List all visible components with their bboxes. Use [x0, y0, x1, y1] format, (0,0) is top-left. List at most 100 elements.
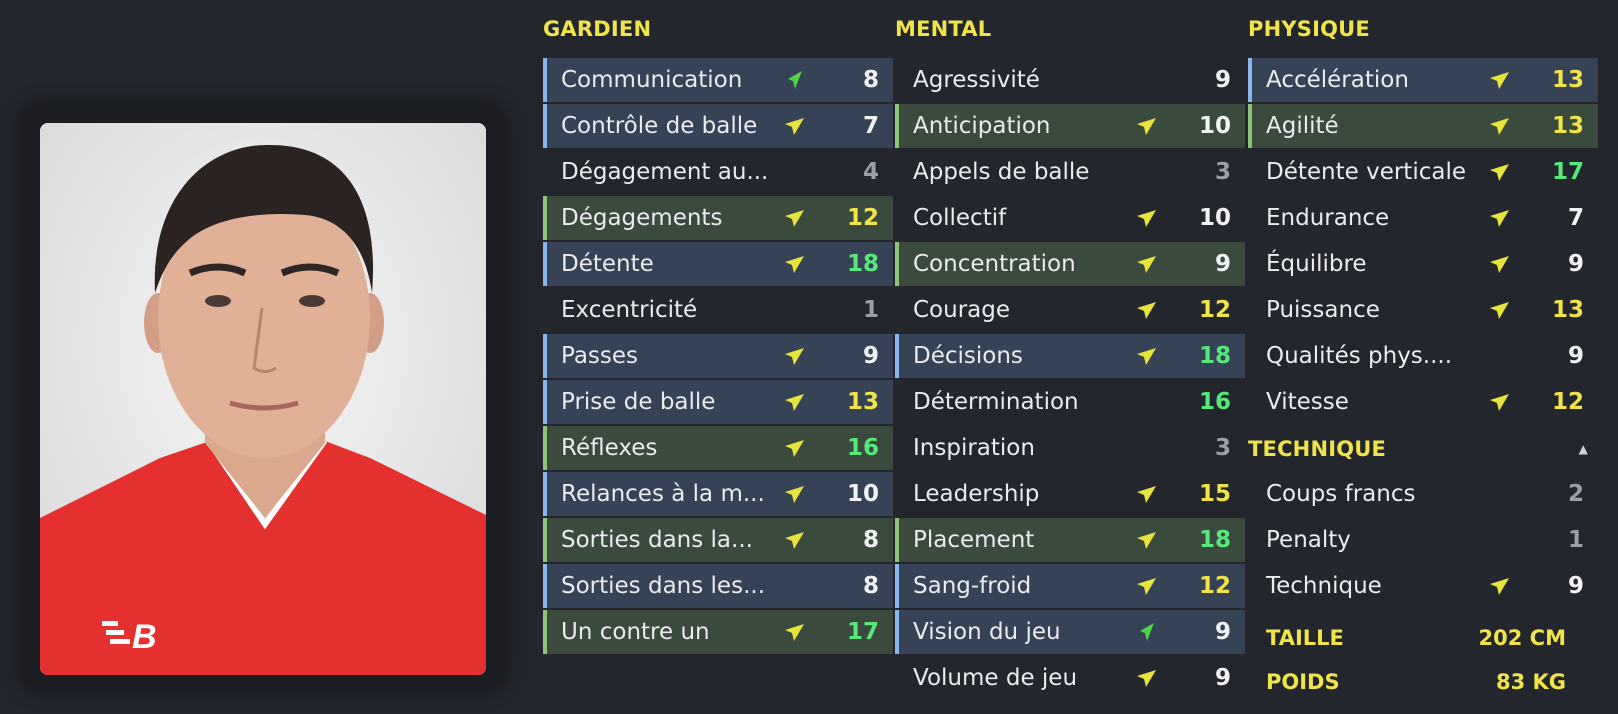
attribute-row[interactable]: Concentration 9	[895, 242, 1245, 286]
trend-up-yellow-icon	[1490, 394, 1509, 411]
attribute-label: Sorties dans la...	[561, 527, 753, 553]
attribute-row[interactable]: Détermination 16	[895, 380, 1245, 424]
trend-up-yellow-icon	[785, 624, 804, 641]
attribute-label: Dégagements	[561, 205, 723, 231]
attribute-row[interactable]: Dégagement au... 4	[543, 150, 893, 194]
attribute-row[interactable]: Excentricité 1	[543, 288, 893, 332]
trend-up-yellow-icon	[1137, 302, 1156, 319]
attribute-row[interactable]: Décisions 18	[895, 334, 1245, 378]
trend-up-yellow-icon	[1490, 118, 1509, 135]
trend-up-yellow-icon	[1137, 256, 1156, 273]
attribute-row[interactable]: Communication 8	[543, 58, 893, 102]
attribute-row[interactable]: Qualités phys.... 9	[1248, 334, 1598, 378]
attribute-label: Appels de balle	[913, 159, 1090, 185]
attribute-value: 9	[1567, 343, 1584, 369]
attribute-value: 18	[846, 251, 879, 277]
attribute-row[interactable]: Anticipation 10	[895, 104, 1245, 148]
attribute-row[interactable]: Inspiration 3	[895, 426, 1245, 470]
height-value: 202 CM	[1478, 626, 1566, 650]
trend-up-yellow-icon	[785, 394, 804, 411]
mental-column: MENTAL Agressivité 9 Anticipation 10 Appels …	[895, 0, 1245, 702]
attribute-label: Endurance	[1266, 205, 1390, 231]
attribute-row[interactable]: Endurance 7	[1248, 196, 1598, 240]
attribute-label: Un contre un	[561, 619, 710, 645]
attribute-row[interactable]: Un contre un 17	[543, 610, 893, 654]
attribute-row[interactable]: Courage 12	[895, 288, 1245, 332]
attribute-value: 9	[1214, 251, 1231, 277]
attribute-row[interactable]: Technique 9	[1248, 564, 1598, 608]
collapse-arrow-icon[interactable]: ▲	[1579, 426, 1588, 472]
svg-text:B: B	[132, 618, 157, 656]
attribute-label: Dégagement au...	[561, 159, 769, 185]
attribute-value: 9	[862, 343, 879, 369]
attribute-value: 18	[1198, 343, 1231, 369]
attribute-value: 8	[862, 67, 879, 93]
attribute-row[interactable]: Relances à la m... 10	[543, 472, 893, 516]
attribute-row[interactable]: Collectif 10	[895, 196, 1245, 240]
trend-up-yellow-icon	[785, 532, 804, 549]
attribute-value: 9	[1214, 619, 1231, 645]
attribute-row[interactable]: Dégagements 12	[543, 196, 893, 240]
trend-up-yellow-icon	[1490, 302, 1509, 319]
attribute-row[interactable]: Coups francs 2	[1248, 472, 1598, 516]
attribute-label: Collectif	[913, 205, 1007, 231]
trend-up-green-icon	[1140, 623, 1154, 641]
attribute-row[interactable]: Sorties dans la... 8	[543, 518, 893, 562]
attribute-row[interactable]: Volume de jeu 9	[895, 656, 1245, 700]
player-photo: B	[40, 123, 486, 675]
attribute-row[interactable]: Équilibre 9	[1248, 242, 1598, 286]
attribute-row[interactable]: Sang-froid 12	[895, 564, 1245, 608]
attribute-row[interactable]: Vitesse 12	[1248, 380, 1598, 424]
attribute-row[interactable]: Puissance 13	[1248, 288, 1598, 332]
attribute-value: 18	[1198, 527, 1231, 553]
attribute-row[interactable]: Penalty 1	[1248, 518, 1598, 562]
weight-label: POIDS	[1266, 670, 1340, 694]
attribute-label: Contrôle de balle	[561, 113, 758, 139]
trend-up-yellow-icon	[1137, 118, 1156, 135]
attribute-row[interactable]: Agressivité 9	[895, 58, 1245, 102]
attribute-row[interactable]: Placement 18	[895, 518, 1245, 562]
attribute-row[interactable]: Passes 9	[543, 334, 893, 378]
attribute-row[interactable]: Détente 18	[543, 242, 893, 286]
attribute-label: Technique	[1266, 573, 1382, 599]
attribute-row[interactable]: Détente verticale 17	[1248, 150, 1598, 194]
trend-up-yellow-icon	[1490, 578, 1509, 595]
attribute-value: 13	[1551, 297, 1584, 323]
attribute-row[interactable]: Leadership 15	[895, 472, 1245, 516]
attribute-label: Placement	[913, 527, 1035, 553]
technique-header[interactable]: TECHNIQUE ▲	[1248, 426, 1598, 472]
attribute-row[interactable]: Réflexes 16	[543, 426, 893, 470]
attribute-row[interactable]: Accélération 13	[1248, 58, 1598, 102]
height-measure: TAILLE 202 CM	[1248, 616, 1598, 660]
gardien-title: GARDIEN	[543, 17, 652, 41]
attribute-value: 8	[862, 527, 879, 553]
attribute-row[interactable]: Prise de balle 13	[543, 380, 893, 424]
attribute-row[interactable]: Agilité 13	[1248, 104, 1598, 148]
attribute-value: 13	[1551, 113, 1584, 139]
attribute-value: 10	[846, 481, 879, 507]
attribute-label: Détermination	[913, 389, 1079, 415]
attribute-value: 12	[846, 205, 879, 231]
attribute-label: Courage	[913, 297, 1011, 323]
attribute-label: Réflexes	[561, 435, 658, 461]
physique-attribute-list: Accélération 13 Agilité 13 Détente verticale…	[1248, 58, 1598, 424]
trend-up-yellow-icon	[1490, 164, 1509, 181]
attribute-row[interactable]: Sorties dans les... 8	[543, 564, 893, 608]
trend-up-yellow-icon	[1137, 578, 1156, 595]
trend-up-yellow-icon	[785, 348, 804, 365]
attribute-value: 2	[1567, 481, 1584, 507]
attribute-label: Relances à la m...	[561, 481, 765, 507]
attribute-value: 13	[1551, 67, 1584, 93]
weight-measure: POIDS 83 KG	[1248, 660, 1598, 704]
attribute-row[interactable]: Appels de balle 3	[895, 150, 1245, 194]
gardien-attribute-list: Communication 8 Contrôle de balle 7 Dégageme…	[543, 58, 893, 654]
attribute-value: 10	[1198, 113, 1231, 139]
attribute-value: 4	[862, 159, 879, 185]
attribute-row[interactable]: Contrôle de balle 7	[543, 104, 893, 148]
trend-up-yellow-icon	[1137, 486, 1156, 503]
attribute-label: Anticipation	[913, 113, 1051, 139]
attribute-label: Prise de balle	[561, 389, 716, 415]
attribute-row[interactable]: Vision du jeu 9	[895, 610, 1245, 654]
player-portrait-icon: B	[40, 123, 486, 675]
attribute-value: 15	[1198, 481, 1231, 507]
